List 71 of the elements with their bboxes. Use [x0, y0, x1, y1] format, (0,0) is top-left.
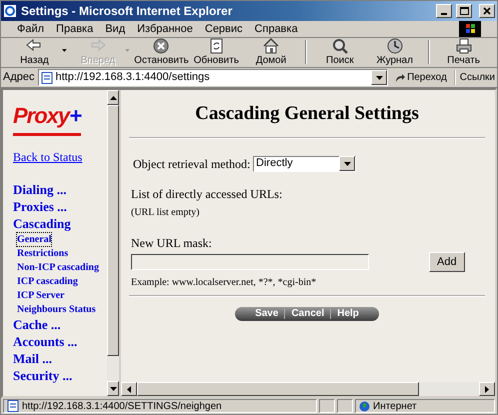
sidebar-link[interactable]: Dialing ...	[13, 181, 66, 198]
page-heading: Cascading General Settings	[194, 102, 420, 126]
sidebar-sublink[interactable]: ICP Server	[17, 289, 64, 302]
vertical-scrollbar[interactable]	[107, 90, 119, 396]
toolbar-button[interactable]: Остановить	[134, 37, 189, 66]
menu-item[interactable]: Файл	[17, 20, 44, 38]
url-mask-field[interactable]	[131, 254, 369, 270]
horizontal-scrollbar[interactable]	[121, 382, 495, 396]
minimize-button[interactable]	[436, 4, 452, 18]
maximize-icon	[460, 7, 469, 15]
back-link[interactable]: Back to Status	[13, 150, 82, 165]
field-label: Object retrieval method:	[133, 156, 250, 172]
sidebar-sublink[interactable]: ICP cascading	[17, 275, 78, 288]
window-title: Settings - Microsoft Internet Explorer	[21, 3, 234, 20]
status-text: http://192.168.3.1:4400/SETTINGS/neighgen	[22, 400, 222, 414]
zone-text: Интернет	[373, 400, 417, 414]
sidebar-link[interactable]: Security ...	[13, 367, 72, 384]
scroll-right-icon	[485, 386, 489, 392]
windows-logo-icon	[459, 21, 481, 37]
address-field[interactable]: http://192.168.3.1:4400/settings	[38, 69, 388, 86]
sidebar-link[interactable]: Cascading	[13, 215, 71, 232]
sidebar-link[interactable]: Cache ...	[13, 316, 61, 333]
scroll-up-icon	[110, 96, 116, 100]
method-select[interactable]: Directly	[253, 156, 356, 172]
sidebar-sublink[interactable]: Neighbours Status	[17, 303, 96, 316]
menu-item[interactable]: Правка	[56, 20, 94, 38]
search-icon	[330, 37, 349, 55]
dropdown-button[interactable]	[371, 70, 388, 85]
close-button[interactable]	[479, 4, 495, 18]
scroll-down-icon	[110, 386, 116, 390]
section-label: List of directly accessed URLs:	[131, 186, 284, 202]
maximize-button[interactable]	[456, 4, 472, 18]
menu-item[interactable]: Справка	[254, 20, 298, 38]
sidebar-sublink[interactable]: General	[17, 233, 52, 246]
empty-note: (URL list empty)	[131, 206, 201, 220]
menu-item[interactable]: Сервис	[204, 20, 243, 38]
go-arrow-icon	[395, 72, 406, 82]
globe-icon	[359, 400, 370, 412]
caret-icon	[376, 76, 383, 80]
caret-icon	[344, 162, 351, 166]
links-button[interactable]: Ссылки	[454, 70, 495, 85]
page-icon	[7, 400, 19, 412]
sidebar-link[interactable]: Mail ...	[13, 350, 52, 367]
toolbar-button[interactable]: Назад	[7, 37, 62, 66]
menu-item[interactable]: Вид	[105, 20, 126, 38]
toolbar-button[interactable]: Журнал	[367, 37, 422, 66]
sidebar-sublink[interactable]: Restrictions	[17, 247, 68, 260]
home-icon	[262, 37, 280, 55]
action-button[interactable]: Cancel	[285, 308, 330, 320]
add-button[interactable]: Add	[429, 252, 465, 272]
logo: Proxy+	[13, 104, 82, 136]
menu-item[interactable]: Избранное	[137, 20, 193, 38]
toolbar-button[interactable]: Обновить	[188, 37, 244, 66]
address-label: Адрес	[3, 70, 34, 86]
scroll-left-icon	[127, 386, 131, 392]
field-label: New URL mask:	[131, 234, 213, 252]
dropdown-caret-icon[interactable]	[62, 49, 67, 52]
go-button[interactable]: Переход	[391, 72, 451, 83]
toolbar-button[interactable]: Печать	[436, 37, 491, 66]
sidebar-sublink[interactable]: Non-ICP cascading	[17, 261, 99, 274]
close-icon	[483, 7, 491, 15]
toolbar-button[interactable]: Домой	[244, 37, 298, 66]
sidebar-link[interactable]: Proxies ...	[13, 198, 67, 215]
toolbar-button[interactable]: Поиск	[312, 37, 368, 66]
action-button[interactable]: Save	[249, 308, 284, 320]
printer-icon	[454, 37, 473, 55]
sidebar-link[interactable]: Accounts ...	[13, 333, 78, 350]
action-button[interactable]: Help	[331, 308, 365, 320]
history-icon	[386, 37, 404, 55]
example-text: Example: www.localserver.net, *?*, *cgi-bin*	[131, 276, 318, 290]
page-icon	[40, 72, 52, 84]
